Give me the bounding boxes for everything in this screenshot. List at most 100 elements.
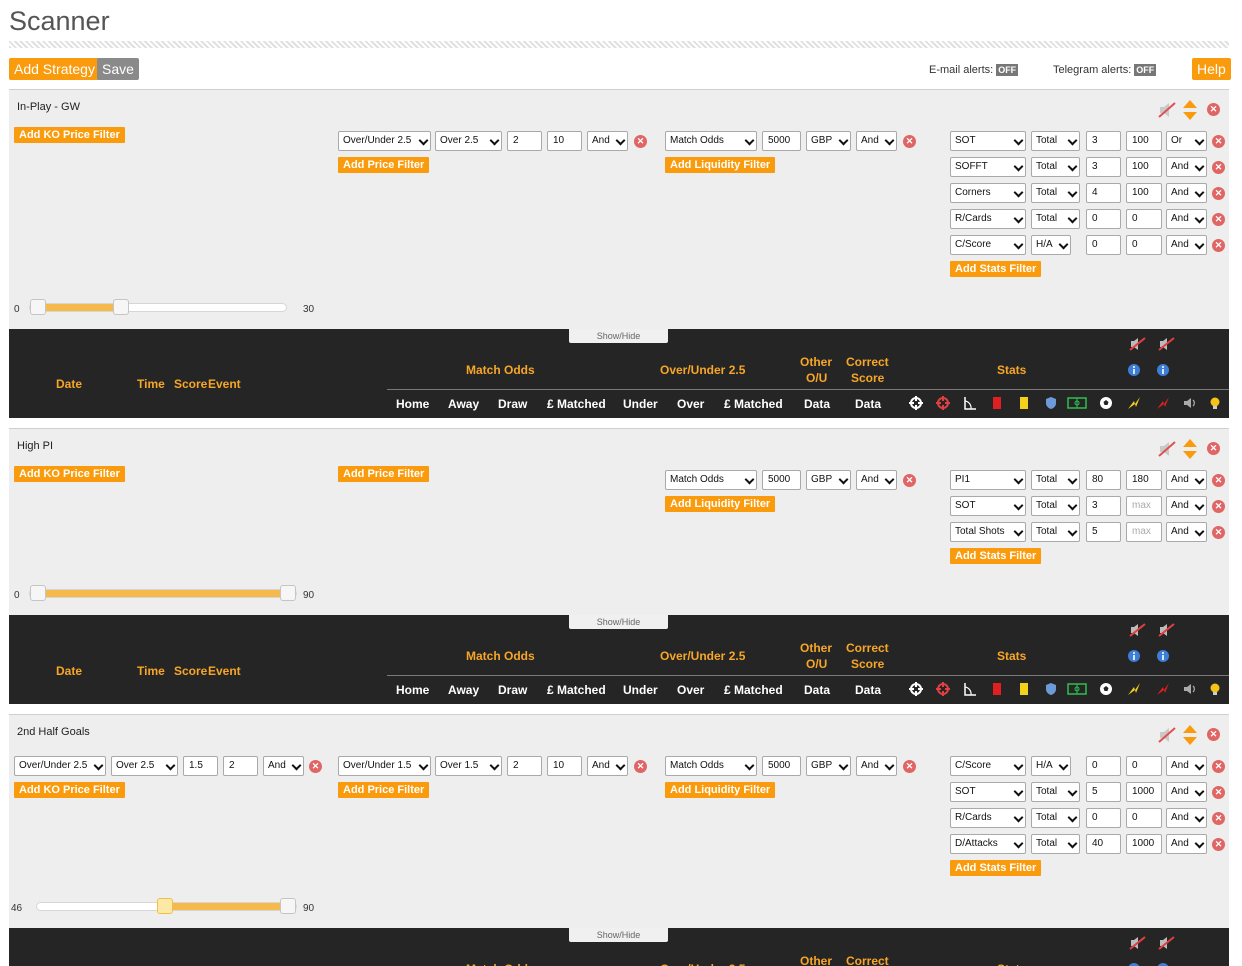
liquidity-logic-select[interactable]: And [856,756,897,776]
remove-stat-icon[interactable]: ✕ [1212,838,1225,851]
liquidity-amount-input[interactable]: 5000 [762,131,801,151]
liquidity-amount-input[interactable]: 5000 [762,756,801,776]
remove-stat-icon[interactable]: ✕ [1212,786,1225,799]
mute-alert-icon[interactable] [1158,623,1176,637]
mute-alert-icon[interactable] [1129,337,1147,351]
stat-logic-select[interactable]: Or [1166,131,1207,151]
stat-scope-select[interactable]: Total [1031,209,1080,229]
mute-icon[interactable] [1157,726,1177,744]
liquidity-currency-select[interactable]: GBP [806,756,851,776]
liquidity-amount-input[interactable]: 5000 [762,470,801,490]
remove-stat-icon[interactable]: ✕ [1212,187,1225,200]
stat-max-input[interactable]: 1000 [1126,782,1162,802]
stat-max-input[interactable]: 0 [1126,209,1162,229]
stat-scope-select[interactable]: Total [1031,496,1080,516]
col-time[interactable]: Time [137,377,165,391]
reorder-arrows-icon[interactable] [1182,438,1198,460]
delete-strategy-icon[interactable]: ✕ [1207,442,1220,455]
minute-range-slider[interactable] [36,898,297,914]
stat-logic-select[interactable]: And [1166,157,1207,177]
add-ko-price-filter-button[interactable]: Add KO Price Filter [14,466,125,482]
stat-select[interactable]: R/Cards [950,808,1026,828]
price-max-input[interactable]: 10 [547,756,582,776]
col-matched[interactable]: £ Matched [547,397,606,411]
add-price-filter-button[interactable]: Add Price Filter [338,782,430,798]
col-home[interactable]: Home [396,397,429,411]
stat-min-input[interactable]: 5 [1086,522,1121,542]
remove-price-filter-icon[interactable]: ✕ [634,135,647,148]
stat-logic-select[interactable]: And [1166,235,1207,255]
stat-scope-select[interactable]: H/A [1031,235,1071,255]
stat-scope-select[interactable]: Total [1031,834,1080,854]
help-button[interactable]: Help [1192,58,1231,80]
add-strategy-button[interactable]: Add Strategy [9,58,100,80]
stat-select[interactable]: Total Shots [950,522,1026,542]
col-time[interactable]: Time [137,664,165,678]
col-score[interactable]: Score [174,377,207,391]
save-button[interactable]: Save [97,58,139,80]
remove-stat-icon[interactable]: ✕ [1212,135,1225,148]
liquidity-currency-select[interactable]: GBP [806,131,851,151]
stat-select[interactable]: SOFFT [950,157,1026,177]
liquidity-currency-select[interactable]: GBP [806,470,851,490]
add-price-filter-button[interactable]: Add Price Filter [338,466,430,482]
add-liquidity-filter-button[interactable]: Add Liquidity Filter [665,157,776,173]
reorder-arrows-icon[interactable] [1182,724,1198,746]
stat-select[interactable]: SOT [950,782,1026,802]
remove-stat-icon[interactable]: ✕ [1212,760,1225,773]
col-under[interactable]: Under [623,683,658,697]
liquidity-logic-select[interactable]: And [856,131,897,151]
stat-logic-select[interactable]: And [1166,756,1207,776]
slider-low-handle[interactable] [157,898,173,914]
col-matched-ou[interactable]: £ Matched [724,397,783,411]
mute-icon[interactable] [1157,440,1177,458]
stat-select[interactable]: R/Cards [950,209,1026,229]
mute-alert-icon[interactable] [1129,936,1147,950]
stat-min-input[interactable]: 80 [1086,470,1121,490]
add-stats-filter-button[interactable]: Add Stats Filter [950,261,1042,277]
stat-max-input[interactable]: 100 [1126,183,1162,203]
ko-max-input[interactable]: 2 [223,756,258,776]
col-cs-data[interactable]: Data [855,397,881,411]
stat-max-input[interactable]: 180 [1126,470,1162,490]
remove-stat-icon[interactable]: ✕ [1212,526,1225,539]
price-min-input[interactable]: 2 [507,131,542,151]
stat-max-input[interactable]: 0 [1126,235,1162,255]
remove-stat-icon[interactable]: ✕ [1212,500,1225,513]
stat-min-input[interactable]: 3 [1086,131,1121,151]
stat-scope-select[interactable]: Total [1031,782,1080,802]
email-alerts-toggle[interactable]: OFF [996,64,1019,76]
info-icon[interactable] [1156,363,1170,377]
delete-strategy-icon[interactable]: ✕ [1207,728,1220,741]
add-ko-price-filter-button[interactable]: Add KO Price Filter [14,127,125,143]
stat-min-input[interactable]: 0 [1086,756,1121,776]
stat-logic-select[interactable]: And [1166,808,1207,828]
info-icon[interactable] [1127,649,1141,663]
col-event[interactable]: Event [208,664,241,678]
liquidity-market-select[interactable]: Match Odds [665,470,757,490]
slider-high-handle[interactable] [280,898,296,914]
col-score[interactable]: Score [174,664,207,678]
add-liquidity-filter-button[interactable]: Add Liquidity Filter [665,782,776,798]
remove-stat-icon[interactable]: ✕ [1212,239,1225,252]
mute-icon[interactable] [1157,101,1177,119]
stat-min-input[interactable]: 4 [1086,183,1121,203]
minute-range-slider[interactable] [29,585,297,601]
slider-low-handle[interactable] [30,585,46,601]
stat-select[interactable]: PI1 [950,470,1026,490]
col-draw[interactable]: Draw [498,683,527,697]
show-hide-toggle[interactable]: Show/Hide [569,928,668,942]
add-price-filter-button[interactable]: Add Price Filter [338,157,430,173]
ko-selection-select[interactable]: Over 2.5 [111,756,178,776]
stat-scope-select[interactable]: Total [1031,808,1080,828]
price-logic-select[interactable]: And [587,756,628,776]
add-ko-price-filter-button[interactable]: Add KO Price Filter [14,782,125,798]
stat-logic-select[interactable]: And [1166,834,1207,854]
stat-select[interactable]: Corners [950,183,1026,203]
show-hide-toggle[interactable]: Show/Hide [569,329,668,343]
price-market-select[interactable]: Over/Under 2.5 [338,131,431,151]
col-over[interactable]: Over [677,397,704,411]
stat-min-input[interactable]: 0 [1086,209,1121,229]
stat-select[interactable]: C/Score [950,235,1026,255]
delete-strategy-icon[interactable]: ✕ [1207,103,1220,116]
